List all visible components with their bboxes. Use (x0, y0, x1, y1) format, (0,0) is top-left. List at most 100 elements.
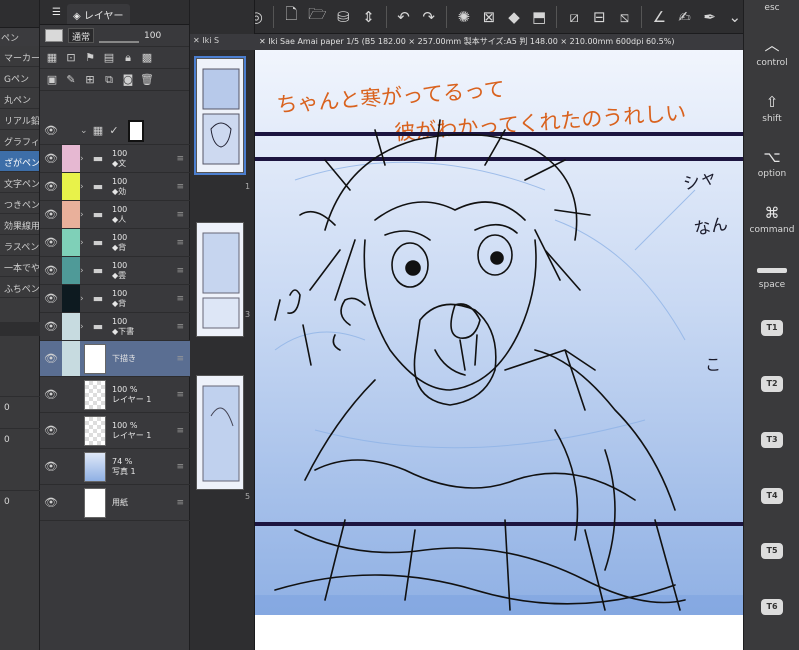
brush-icon[interactable]: ✍ (676, 8, 692, 26)
chevron-right-icon[interactable]: › (80, 322, 90, 332)
visibility-eye-icon[interactable]: 👁︎ (40, 236, 62, 249)
page-thumbnail-3[interactable] (196, 222, 244, 337)
new-file-icon[interactable]: 🗋︎ (283, 5, 299, 26)
brush-item[interactable]: 丸ペン (0, 88, 39, 109)
sub-tool-tab[interactable]: ペン (0, 28, 39, 46)
layer-row[interactable]: 👁︎ › ▬ 100 ◆背 ≡ (40, 229, 190, 257)
chevron-right-icon[interactable]: › (80, 154, 90, 164)
tab-menu[interactable]: ☰ (46, 4, 67, 24)
layer-menu-icon[interactable]: ≡ (176, 354, 184, 364)
clip-icon[interactable]: ⊡ (64, 51, 78, 65)
layer-menu-icon[interactable]: ≡ (176, 322, 184, 332)
layer-menu-icon[interactable]: ≡ (176, 498, 184, 508)
crop-icon[interactable]: ⬒ (531, 8, 547, 26)
ruler-icon[interactable]: ∠ (651, 8, 667, 26)
chevron-right-icon[interactable]: › (80, 210, 90, 220)
new-folder-icon[interactable]: ⊞ (83, 73, 97, 87)
tab-layer[interactable]: ◈ レイヤー (66, 4, 130, 24)
layer-row[interactable]: 👁︎ 下描き ≡ (40, 341, 190, 377)
t5-key[interactable]: T5 (744, 543, 799, 559)
save-icon[interactable]: ⛁ (335, 8, 351, 26)
layer-menu-icon[interactable]: ≡ (176, 266, 184, 276)
opacity-value[interactable]: 100 (144, 31, 161, 41)
layer-row[interactable]: 👁︎ › ▬ 100 ◆下書 ≡ (40, 313, 190, 341)
new-vector-layer-icon[interactable]: ✎ (64, 73, 78, 87)
brush-opacity-control[interactable]: 0 (0, 428, 40, 450)
draft-layer-icon[interactable]: ▤ (102, 51, 116, 65)
new-raster-layer-icon[interactable]: ▣ (45, 73, 59, 87)
layer-menu-icon[interactable]: ≡ (176, 238, 184, 248)
visibility-eye-icon[interactable]: 👁︎ (40, 352, 62, 365)
visibility-eye-icon[interactable]: 👁︎ (40, 388, 62, 401)
t6-key[interactable]: T6 (744, 599, 799, 615)
brush-item[interactable]: 文字ペン (0, 172, 39, 193)
lock-icon[interactable]: 🔒︎ (121, 51, 135, 65)
selection-show-icon[interactable]: ⧅ (616, 8, 632, 26)
control-key[interactable]: ︿ control (744, 34, 799, 68)
chevron-down-icon[interactable]: ⌄ (727, 8, 743, 26)
selection-clear-icon[interactable]: ⧄ (566, 8, 582, 26)
layer-menu-icon[interactable]: ≡ (176, 462, 184, 472)
visibility-eye-icon[interactable]: 👁︎ (40, 264, 62, 277)
visibility-eye-icon[interactable]: 👁︎ (40, 124, 62, 137)
option-key[interactable]: ⌥ option (744, 148, 799, 179)
opacity-slider[interactable] (99, 29, 140, 43)
page-tab[interactable]: ✕ Iki S (190, 34, 255, 50)
layer-row[interactable]: 👁︎ ⌄ ▦ ✓ (40, 117, 190, 145)
close-icon[interactable]: ✕ (259, 37, 268, 46)
reference-layer-icon[interactable]: ⚑ (83, 51, 97, 65)
layer-row[interactable]: 👁︎ › ▬ 100 ◆文 ≡ (40, 145, 190, 173)
visibility-eye-icon[interactable]: 👁︎ (40, 180, 62, 193)
page-thumbnail-5[interactable] (196, 375, 244, 490)
layer-menu-icon[interactable]: ≡ (176, 426, 184, 436)
chevron-right-icon[interactable]: › (80, 182, 90, 192)
layer-row[interactable]: 👁︎ 用紙 ≡ (40, 485, 190, 521)
stepper-icon[interactable]: ⇕ (361, 8, 377, 26)
drawing-canvas[interactable]: ちゃんと寒がってるって 彼がわかってくれたのうれしい シャ なん こ (255, 50, 743, 650)
esc-key[interactable]: esc (744, 3, 799, 13)
brush-stabilizer-control[interactable]: 0 (0, 490, 40, 512)
layer-menu-icon[interactable]: ≡ (176, 210, 184, 220)
mask-icon[interactable]: ▩ (140, 51, 154, 65)
page-thumbnail-1[interactable] (194, 56, 246, 175)
brush-item[interactable]: ふちペン (0, 277, 39, 298)
layer-row[interactable]: 👁︎ 100 % レイヤー 1 ≡ (40, 377, 190, 413)
chevron-right-icon[interactable]: › (80, 294, 90, 304)
brush-item[interactable]: ラスペン (0, 235, 39, 256)
space-key[interactable]: space (744, 262, 799, 290)
layer-mask-icon[interactable]: ◙ (121, 73, 135, 87)
redo-icon[interactable]: ↷ (421, 8, 437, 26)
layer-menu-icon[interactable]: ≡ (176, 154, 184, 164)
visibility-eye-icon[interactable]: 👁︎ (40, 208, 62, 221)
brush-item[interactable]: つきペン (0, 193, 39, 214)
delete-layer-icon[interactable]: 🗑︎ (140, 73, 154, 87)
layer-row[interactable]: 👁︎ › ▬ 100 ◆雲 ≡ (40, 257, 190, 285)
loading-icon[interactable]: ✺ (456, 8, 472, 26)
brush-item[interactable]: マーカー (0, 46, 39, 67)
clear-icon[interactable]: ⊠ (481, 8, 497, 26)
blend-mode-select[interactable]: 通常 (68, 28, 95, 43)
layer-row[interactable]: 👁︎ 74 % 写真 1 ≡ (40, 449, 190, 485)
layer-menu-icon[interactable]: ≡ (176, 182, 184, 192)
layer-row[interactable]: 👁︎ › ▬ 100 ◆人 ≡ (40, 201, 190, 229)
fill-icon[interactable]: ◆ (506, 8, 522, 26)
t4-key[interactable]: T4 (744, 488, 799, 504)
layer-row[interactable]: 👁︎ 100 % レイヤー 1 ≡ (40, 413, 190, 449)
shift-key[interactable]: ⇧ shift (744, 93, 799, 124)
t2-key[interactable]: T2 (744, 376, 799, 392)
visibility-eye-icon[interactable]: 👁︎ (40, 424, 62, 437)
visibility-eye-icon[interactable]: 👁︎ (40, 320, 62, 333)
layer-color-swatch[interactable] (45, 29, 63, 42)
command-key[interactable]: ⌘ command (744, 204, 799, 235)
brush-item[interactable]: グラフィ (0, 130, 39, 151)
chevron-right-icon[interactable]: › (80, 266, 90, 276)
pen-icon[interactable]: ✒ (702, 8, 718, 26)
visibility-eye-icon[interactable]: 👁︎ (40, 292, 62, 305)
visibility-eye-icon[interactable]: 👁︎ (40, 460, 62, 473)
close-icon[interactable]: ✕ (193, 36, 202, 45)
brush-item[interactable]: Gペン (0, 67, 39, 88)
brush-item[interactable]: 効果線用 (0, 214, 39, 235)
undo-icon[interactable]: ↶ (396, 8, 412, 26)
chevron-down-icon[interactable]: ⌄ (80, 126, 90, 136)
chevron-right-icon[interactable]: › (80, 238, 90, 248)
